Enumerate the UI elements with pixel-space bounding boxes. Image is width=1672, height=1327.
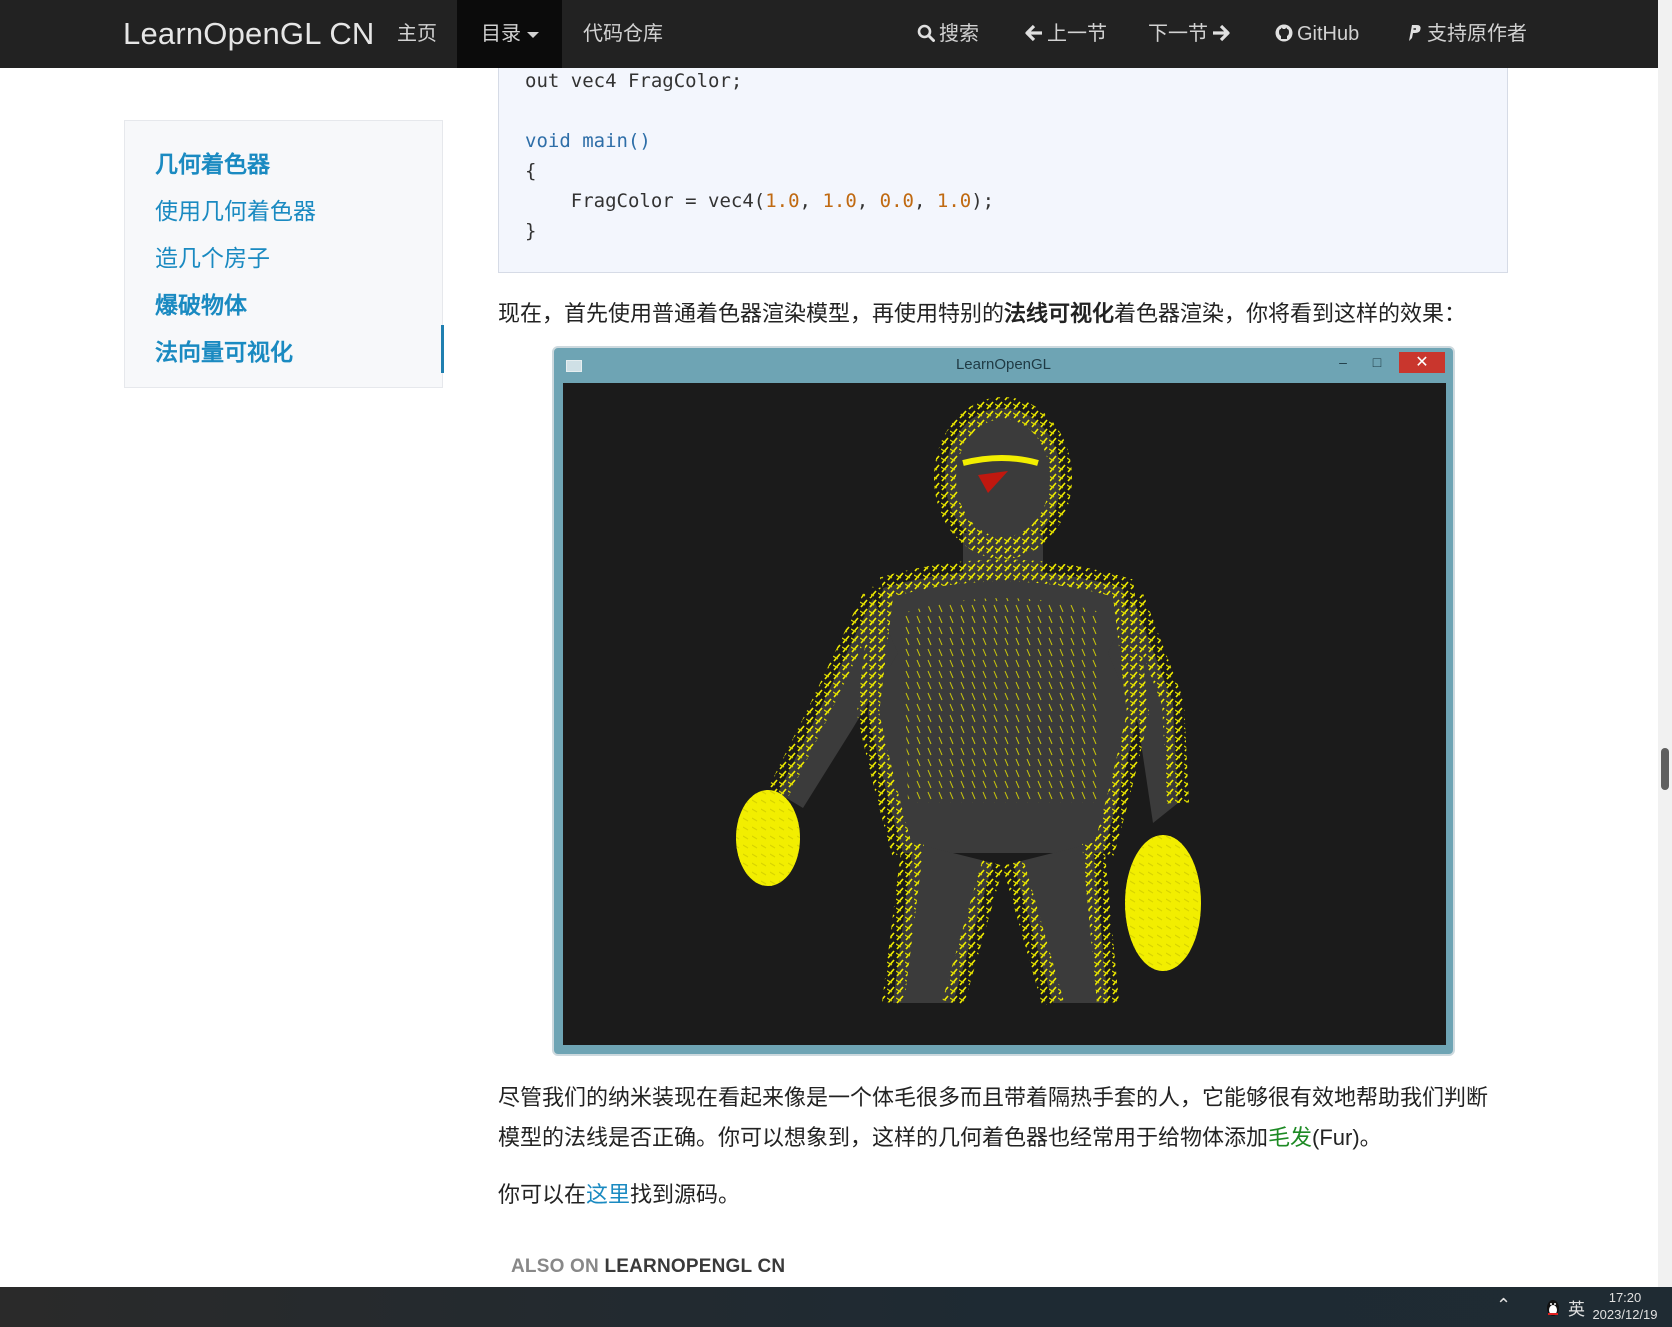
scrollbar-thumb[interactable] (1661, 748, 1669, 790)
top-navbar: LearnOpenGL CN 主页 目录 代码仓库 搜索 上一节 下一节 Git… (0, 0, 1658, 68)
nav-support-label: 支持原作者 (1427, 23, 1527, 45)
qq-penguin-icon[interactable] (1545, 1297, 1561, 1317)
close-icon: ✕ (1399, 352, 1445, 373)
caret-down-icon (527, 31, 539, 38)
arrow-left-icon (1025, 0, 1043, 68)
sidebar-item-visualizing-normals[interactable]: 法向量可视化 (155, 333, 293, 367)
maximize-icon: □ (1372, 354, 1382, 370)
clock-date: 2023/12/19 (1592, 1307, 1658, 1322)
toc-sidebar: 几何着色器 使用几何着色器 造几个房子 爆破物体 法向量可视化 (124, 120, 444, 388)
site-brand[interactable]: LearnOpenGL CN (123, 0, 375, 68)
nanosuit-normals-render (736, 397, 1201, 1007)
nav-prev-label: 上一节 (1047, 23, 1107, 45)
also-on-header: ALSO ON LEARNOPENGL CN (511, 1256, 786, 1277)
clock[interactable]: 17:20 2023/12/19 (1590, 1289, 1660, 1323)
nav-prev[interactable]: 上一节 (1025, 0, 1107, 68)
nav-support[interactable]: 支持原作者 (1405, 0, 1527, 68)
nav-github[interactable]: GitHub (1275, 0, 1359, 68)
paragraph-explanation-line2: 模型的法线是否正确。你可以想象到，这样的几何着色器也经常用于给物体添加毛发(Fu… (498, 1125, 1382, 1150)
paragraph-source: 你可以在这里找到源码。 (498, 1182, 741, 1207)
sidebar-item-build-houses[interactable]: 造几个房子 (155, 239, 270, 273)
nav-toc-dropdown[interactable]: 目录 (457, 0, 562, 68)
nav-repo[interactable]: 代码仓库 (583, 0, 663, 68)
minimize-icon: – (1339, 354, 1347, 370)
clock-time: 17:20 (1608, 1290, 1642, 1305)
nav-next[interactable]: 下一节 (1148, 0, 1234, 68)
code-line: FragColor = vec4(1.0, 1.0, 0.0, 1.0); (525, 190, 995, 212)
code-line: { (525, 160, 537, 182)
code-line: out vec4 FragColor; (525, 70, 743, 92)
sidebar-item-geometry-shader[interactable]: 几何着色器 (155, 145, 270, 179)
code-line: } (525, 220, 537, 242)
code-line: void main() (525, 130, 651, 152)
render-canvas (563, 383, 1446, 1045)
sidebar-item-using-geometry-shader[interactable]: 使用几何着色器 (155, 192, 316, 226)
code-block: out vec4 FragColor; void main() { FragCo… (498, 68, 1508, 273)
page-scrollbar[interactable] (1658, 0, 1672, 1287)
windows-taskbar: ⌃ 英 17:20 2023/12/19 (0, 1287, 1672, 1327)
arrow-right-icon (1212, 0, 1230, 68)
window-title: LearnOpenGL (955, 356, 1052, 373)
sidebar-active-indicator (441, 325, 444, 373)
nav-next-label: 下一节 (1148, 23, 1208, 45)
opengl-window-screenshot: LearnOpenGL – □ ✕ (552, 346, 1455, 1056)
chevron-up-icon[interactable]: ⌃ (1496, 1295, 1511, 1316)
search-icon (917, 0, 935, 68)
nav-search[interactable]: 搜索 (917, 0, 979, 68)
nav-search-label: 搜索 (939, 23, 979, 45)
ime-indicator[interactable]: 英 (1568, 1295, 1585, 1320)
fur-link[interactable]: 毛发 (1268, 1125, 1312, 1150)
nav-github-label: GitHub (1297, 23, 1360, 45)
github-icon (1275, 0, 1293, 68)
source-code-link[interactable]: 这里 (586, 1182, 630, 1207)
paypal-icon (1405, 0, 1423, 68)
nav-toc-label: 目录 (481, 23, 521, 45)
nav-home[interactable]: 主页 (397, 0, 437, 68)
paragraph-explanation-line1: 尽管我们的纳米装现在看起来像是一个体毛很多而且带着隔热手套的人，它能够很有效地帮… (498, 1085, 1489, 1110)
sidebar-item-exploding-objects[interactable]: 爆破物体 (155, 286, 247, 320)
paragraph-intro: 现在，首先使用普通着色器渲染模型，再使用特别的法线可视化着色器渲染，你将看到这样… (498, 301, 1467, 326)
